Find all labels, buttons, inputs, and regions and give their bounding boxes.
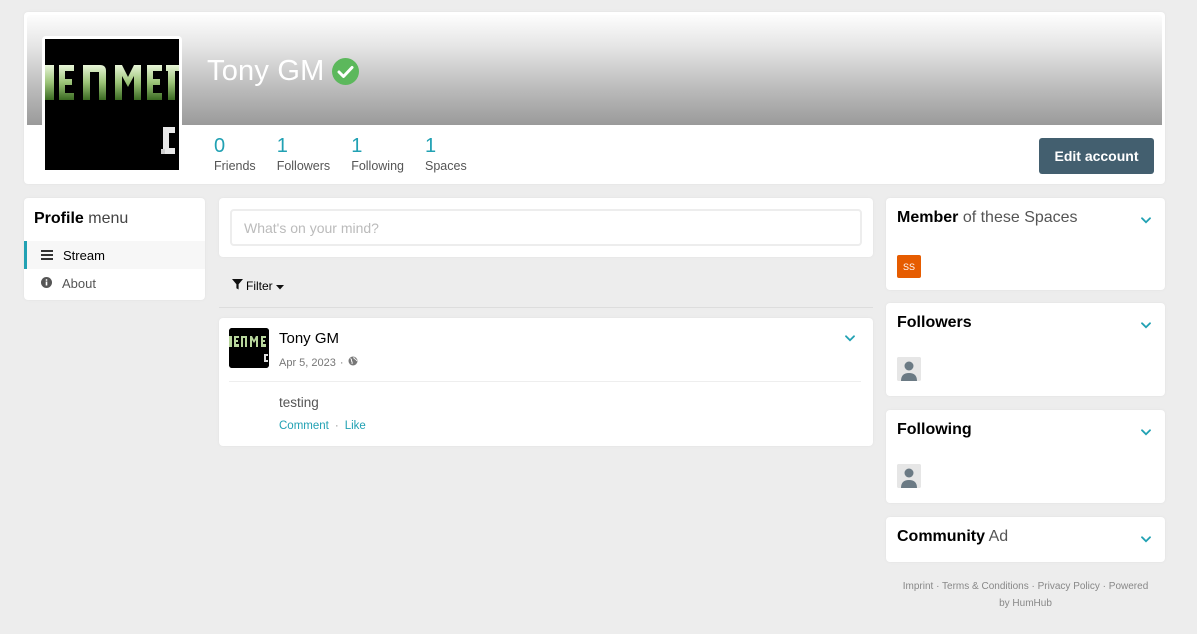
stream-post: Tony GM Apr 5, 2023 · testing Comment · … bbox=[219, 318, 873, 446]
globe-icon bbox=[348, 356, 358, 369]
profile-menu: Profile menu Stream About bbox=[24, 198, 205, 300]
menu-item-about[interactable]: About bbox=[24, 269, 205, 297]
post-meta: Apr 5, 2023 · bbox=[279, 356, 358, 369]
stat-spaces[interactable]: 1 Spaces bbox=[425, 134, 488, 174]
post-author-avatar[interactable] bbox=[229, 328, 269, 368]
footer-by-humhub[interactable]: by HumHub bbox=[999, 598, 1052, 609]
caret-down-icon bbox=[275, 279, 284, 293]
stat-friends-label: Friends bbox=[214, 159, 256, 173]
footer-link-privacy[interactable]: Privacy Policy bbox=[1038, 581, 1100, 592]
filter-icon bbox=[232, 279, 243, 293]
followers-title-bold: Followers bbox=[897, 314, 972, 331]
info-icon bbox=[41, 276, 52, 291]
stat-spaces-label: Spaces bbox=[425, 159, 467, 173]
footer-powered: Powered bbox=[1108, 581, 1149, 592]
following-avatar[interactable] bbox=[897, 464, 921, 488]
followers-title: Followers bbox=[897, 314, 972, 332]
user-silhouette-icon bbox=[897, 357, 921, 381]
community-ad-title-light: Ad bbox=[988, 528, 1009, 545]
post-action-separator: · bbox=[334, 420, 339, 432]
footer-link-imprint[interactable]: Imprint bbox=[903, 581, 934, 592]
footer: Imprint · Terms & Conditions · Privacy P… bbox=[886, 578, 1165, 612]
user-silhouette-icon bbox=[897, 464, 921, 488]
menu-item-stream[interactable]: Stream bbox=[24, 241, 205, 269]
following-panel: Following bbox=[886, 410, 1165, 503]
profile-menu-title: Profile menu bbox=[24, 198, 205, 241]
spaces-panel-chevron-icon[interactable] bbox=[1141, 212, 1151, 227]
footer-separator: · bbox=[1031, 581, 1035, 592]
comment-link[interactable]: Comment bbox=[279, 420, 329, 432]
stat-followers-value: 1 bbox=[276, 135, 288, 157]
stat-following-label: Following bbox=[351, 159, 404, 173]
profile-name-wrap: Tony GM bbox=[207, 55, 360, 88]
stat-friends-value: 0 bbox=[214, 135, 226, 157]
footer-separator: · bbox=[1102, 581, 1107, 592]
post-menu-chevron-icon[interactable] bbox=[845, 330, 855, 345]
footer-separator: · bbox=[936, 581, 940, 592]
stream-divider bbox=[219, 307, 873, 308]
stat-following[interactable]: 1 Following bbox=[351, 134, 425, 174]
following-title: Following bbox=[897, 421, 972, 439]
followers-panel: Followers bbox=[886, 303, 1165, 396]
footer-link-terms[interactable]: Terms & Conditions bbox=[942, 581, 1029, 592]
stat-followers[interactable]: 1 Followers bbox=[277, 134, 352, 174]
stat-following-value: 1 bbox=[351, 135, 363, 157]
community-ad-title: Community Ad bbox=[897, 528, 1008, 546]
following-title-bold: Following bbox=[897, 421, 972, 438]
filter-label: Filter bbox=[246, 279, 273, 293]
member-spaces-title-bold: Member bbox=[897, 209, 959, 226]
member-spaces-title-light: of these Spaces bbox=[962, 209, 1078, 226]
profile-avatar[interactable] bbox=[42, 36, 182, 173]
community-ad-panel: Community Ad bbox=[886, 517, 1165, 562]
follower-avatar[interactable] bbox=[897, 357, 921, 381]
space-badge-ss[interactable]: SS bbox=[897, 255, 921, 278]
verified-check-icon bbox=[332, 58, 360, 85]
post-author-name[interactable]: Tony GM bbox=[279, 330, 339, 347]
menu-item-stream-label: Stream bbox=[63, 247, 105, 263]
post-form bbox=[219, 198, 873, 257]
profile-banner bbox=[27, 15, 1162, 125]
menu-item-about-label: About bbox=[62, 275, 96, 291]
post-input[interactable] bbox=[230, 209, 862, 246]
post-avatar-logo-image bbox=[229, 328, 269, 368]
like-link[interactable]: Like bbox=[345, 420, 366, 432]
profile-menu-title-light: menu bbox=[88, 210, 129, 227]
member-spaces-title: Member of these Spaces bbox=[897, 209, 1078, 227]
community-ad-title-bold: Community bbox=[897, 528, 985, 545]
profile-header: Tony GM 0 Friends 1 Followers 1 Followin… bbox=[24, 12, 1165, 184]
stat-spaces-value: 1 bbox=[425, 135, 437, 157]
edit-account-button[interactable]: Edit account bbox=[1039, 138, 1154, 174]
profile-menu-title-bold: Profile bbox=[34, 210, 84, 227]
post-body-text: testing bbox=[279, 395, 319, 410]
post-meta-separator: · bbox=[339, 356, 344, 369]
post-date[interactable]: Apr 5, 2023 bbox=[279, 357, 336, 369]
profile-stats: 0 Friends 1 Followers 1 Following 1 Spac… bbox=[214, 134, 488, 174]
followers-panel-chevron-icon[interactable] bbox=[1141, 317, 1151, 332]
following-panel-chevron-icon[interactable] bbox=[1141, 424, 1151, 439]
avatar-logo-image bbox=[45, 39, 179, 170]
post-divider bbox=[229, 381, 861, 382]
stat-friends[interactable]: 0 Friends bbox=[214, 134, 277, 174]
list-icon bbox=[41, 248, 53, 263]
ad-panel-chevron-icon[interactable] bbox=[1141, 531, 1151, 546]
filter-dropdown[interactable]: Filter bbox=[232, 279, 284, 293]
profile-name: Tony GM bbox=[207, 55, 325, 87]
member-spaces-panel: Member of these Spaces SS bbox=[886, 198, 1165, 290]
stat-followers-label: Followers bbox=[276, 159, 331, 173]
post-actions: Comment · Like bbox=[279, 420, 366, 432]
